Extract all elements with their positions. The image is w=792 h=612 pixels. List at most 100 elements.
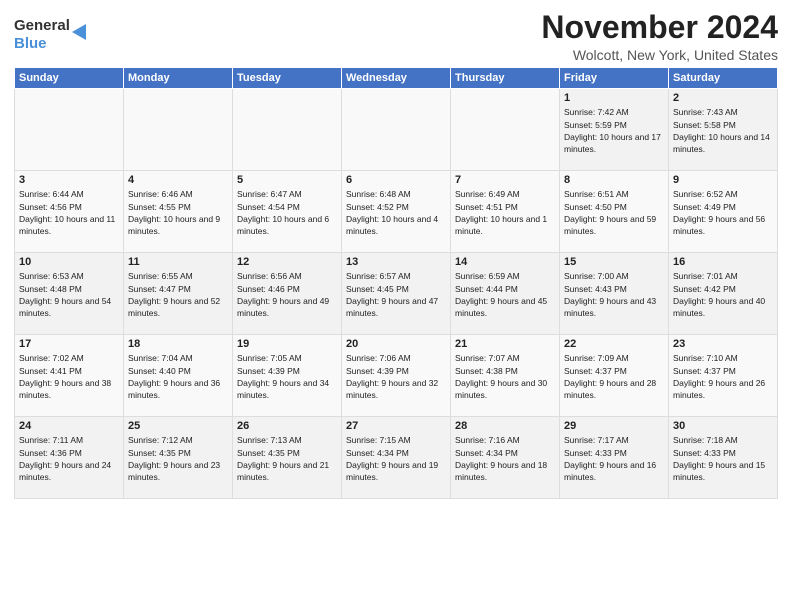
day-number: 3 [19, 174, 119, 186]
day-number: 11 [128, 256, 228, 268]
day-info: Sunrise: 7:42 AM Sunset: 5:59 PM Dayligh… [564, 106, 664, 155]
calendar-week-3: 17 Sunrise: 7:02 AM Sunset: 4:41 PM Dayli… [15, 335, 778, 417]
day-number: 15 [564, 256, 664, 268]
calendar-cell: 24 Sunrise: 7:11 AM Sunset: 4:36 PM Dayli… [15, 417, 124, 499]
day-number: 18 [128, 338, 228, 350]
logo: General Blue [14, 10, 104, 54]
calendar-cell: 12 Sunrise: 6:56 AM Sunset: 4:46 PM Dayli… [233, 253, 342, 335]
day-info: Sunrise: 7:12 AM Sunset: 4:35 PM Dayligh… [128, 434, 228, 483]
svg-text:Blue: Blue [14, 35, 47, 52]
calendar-cell: 11Sunrise: 6:55 AM Sunset: 4:47 PM Dayli… [124, 253, 233, 335]
day-info: Sunrise: 7:17 AM Sunset: 4:33 PM Dayligh… [564, 434, 664, 483]
calendar-cell: 9 Sunrise: 6:52 AM Sunset: 4:49 PM Daylig… [669, 171, 778, 253]
calendar-table: Sunday Monday Tuesday Wednesday Thursday… [14, 67, 778, 499]
day-info: Sunrise: 7:16 AM Sunset: 4:34 PM Dayligh… [455, 434, 555, 483]
calendar-cell: 17 Sunrise: 7:02 AM Sunset: 4:41 PM Dayli… [15, 335, 124, 417]
day-info: Sunrise: 7:02 AM Sunset: 4:41 PM Dayligh… [19, 352, 119, 401]
calendar-cell: 5Sunrise: 6:47 AM Sunset: 4:54 PM Daylig… [233, 171, 342, 253]
day-number: 25 [128, 420, 228, 432]
day-info: Sunrise: 7:15 AM Sunset: 4:34 PM Dayligh… [346, 434, 446, 483]
day-info: Sunrise: 6:57 AM Sunset: 4:45 PM Dayligh… [346, 270, 446, 319]
calendar-cell: 10 Sunrise: 6:53 AM Sunset: 4:48 PM Dayli… [15, 253, 124, 335]
calendar-cell: 23Sunrise: 7:10 AM Sunset: 4:37 PM Dayli… [669, 335, 778, 417]
calendar-cell: 15 Sunrise: 7:00 AM Sunset: 4:43 PM Dayli… [560, 253, 669, 335]
day-info: Sunrise: 7:09 AM Sunset: 4:37 PM Dayligh… [564, 352, 664, 401]
title-area: November 2024 Wolcott, New York, United … [541, 10, 778, 63]
month-title: November 2024 [541, 10, 778, 45]
header: General Blue November 2024 Wolcott, New … [14, 10, 778, 63]
day-info: Sunrise: 7:43 AM Sunset: 5:58 PM Dayligh… [673, 106, 773, 155]
day-number: 30 [673, 420, 773, 432]
day-info: Sunrise: 7:00 AM Sunset: 4:43 PM Dayligh… [564, 270, 664, 319]
header-friday: Friday [560, 68, 669, 89]
calendar-cell: 25 Sunrise: 7:12 AM Sunset: 4:35 PM Dayli… [124, 417, 233, 499]
day-info: Sunrise: 6:46 AM Sunset: 4:55 PM Dayligh… [128, 188, 228, 237]
calendar-cell: 20 Sunrise: 7:06 AM Sunset: 4:39 PM Dayli… [342, 335, 451, 417]
day-number: 21 [455, 338, 555, 350]
day-number: 27 [346, 420, 446, 432]
calendar-cell [451, 89, 560, 171]
calendar-cell [233, 89, 342, 171]
calendar-cell: 8Sunrise: 6:51 AM Sunset: 4:50 PM Daylig… [560, 171, 669, 253]
day-info: Sunrise: 7:13 AM Sunset: 4:35 PM Dayligh… [237, 434, 337, 483]
day-info: Sunrise: 6:59 AM Sunset: 4:44 PM Dayligh… [455, 270, 555, 319]
calendar-week-0: 1 Sunrise: 7:42 AM Sunset: 5:59 PM Daylig… [15, 89, 778, 171]
calendar-week-2: 10 Sunrise: 6:53 AM Sunset: 4:48 PM Dayli… [15, 253, 778, 335]
header-monday: Monday [124, 68, 233, 89]
location: Wolcott, New York, United States [541, 47, 778, 63]
day-info: Sunrise: 6:52 AM Sunset: 4:49 PM Dayligh… [673, 188, 773, 237]
day-number: 19 [237, 338, 337, 350]
day-info: Sunrise: 6:47 AM Sunset: 4:54 PM Dayligh… [237, 188, 337, 237]
calendar-week-1: 3 Sunrise: 6:44 AM Sunset: 4:56 PM Daylig… [15, 171, 778, 253]
header-thursday: Thursday [451, 68, 560, 89]
day-number: 20 [346, 338, 446, 350]
day-info: Sunrise: 6:56 AM Sunset: 4:46 PM Dayligh… [237, 270, 337, 319]
calendar-cell: 7Sunrise: 6:49 AM Sunset: 4:51 PM Daylig… [451, 171, 560, 253]
calendar-cell: 19Sunrise: 7:05 AM Sunset: 4:39 PM Dayli… [233, 335, 342, 417]
day-info: Sunrise: 7:01 AM Sunset: 4:42 PM Dayligh… [673, 270, 773, 319]
calendar-cell: 6Sunrise: 6:48 AM Sunset: 4:52 PM Daylig… [342, 171, 451, 253]
day-number: 22 [564, 338, 664, 350]
calendar-cell: 2 Sunrise: 7:43 AM Sunset: 5:58 PM Daylig… [669, 89, 778, 171]
day-info: Sunrise: 7:18 AM Sunset: 4:33 PM Dayligh… [673, 434, 773, 483]
calendar-cell: 29 Sunrise: 7:17 AM Sunset: 4:33 PM Dayli… [560, 417, 669, 499]
calendar-cell: 28 Sunrise: 7:16 AM Sunset: 4:34 PM Dayli… [451, 417, 560, 499]
day-info: Sunrise: 6:53 AM Sunset: 4:48 PM Dayligh… [19, 270, 119, 319]
day-number: 9 [673, 174, 773, 186]
day-number: 1 [564, 92, 664, 104]
header-saturday: Saturday [669, 68, 778, 89]
logo-svg: General Blue [14, 10, 104, 54]
calendar-cell: 27 Sunrise: 7:15 AM Sunset: 4:34 PM Dayli… [342, 417, 451, 499]
day-number: 6 [346, 174, 446, 186]
day-info: Sunrise: 7:07 AM Sunset: 4:38 PM Dayligh… [455, 352, 555, 401]
calendar-cell: 3 Sunrise: 6:44 AM Sunset: 4:56 PM Daylig… [15, 171, 124, 253]
calendar-cell [342, 89, 451, 171]
header-sunday: Sunday [15, 68, 124, 89]
calendar-container: General Blue November 2024 Wolcott, New … [0, 0, 792, 509]
calendar-cell: 26Sunrise: 7:13 AM Sunset: 4:35 PM Dayli… [233, 417, 342, 499]
calendar-cell: 18 Sunrise: 7:04 AM Sunset: 4:40 PM Dayli… [124, 335, 233, 417]
day-info: Sunrise: 6:44 AM Sunset: 4:56 PM Dayligh… [19, 188, 119, 237]
header-tuesday: Tuesday [233, 68, 342, 89]
calendar-cell: 1 Sunrise: 7:42 AM Sunset: 5:59 PM Daylig… [560, 89, 669, 171]
day-number: 7 [455, 174, 555, 186]
day-number: 12 [237, 256, 337, 268]
day-info: Sunrise: 7:04 AM Sunset: 4:40 PM Dayligh… [128, 352, 228, 401]
day-number: 13 [346, 256, 446, 268]
calendar-cell [15, 89, 124, 171]
day-number: 4 [128, 174, 228, 186]
calendar-cell: 16Sunrise: 7:01 AM Sunset: 4:42 PM Dayli… [669, 253, 778, 335]
calendar-cell: 14Sunrise: 6:59 AM Sunset: 4:44 PM Dayli… [451, 253, 560, 335]
day-info: Sunrise: 7:11 AM Sunset: 4:36 PM Dayligh… [19, 434, 119, 483]
day-number: 23 [673, 338, 773, 350]
day-number: 28 [455, 420, 555, 432]
day-info: Sunrise: 7:06 AM Sunset: 4:39 PM Dayligh… [346, 352, 446, 401]
day-number: 17 [19, 338, 119, 350]
day-number: 29 [564, 420, 664, 432]
calendar-cell: 30 Sunrise: 7:18 AM Sunset: 4:33 PM Dayli… [669, 417, 778, 499]
day-number: 24 [19, 420, 119, 432]
day-number: 2 [673, 92, 773, 104]
day-number: 10 [19, 256, 119, 268]
calendar-week-4: 24 Sunrise: 7:11 AM Sunset: 4:36 PM Dayli… [15, 417, 778, 499]
calendar-cell: 21 Sunrise: 7:07 AM Sunset: 4:38 PM Dayli… [451, 335, 560, 417]
